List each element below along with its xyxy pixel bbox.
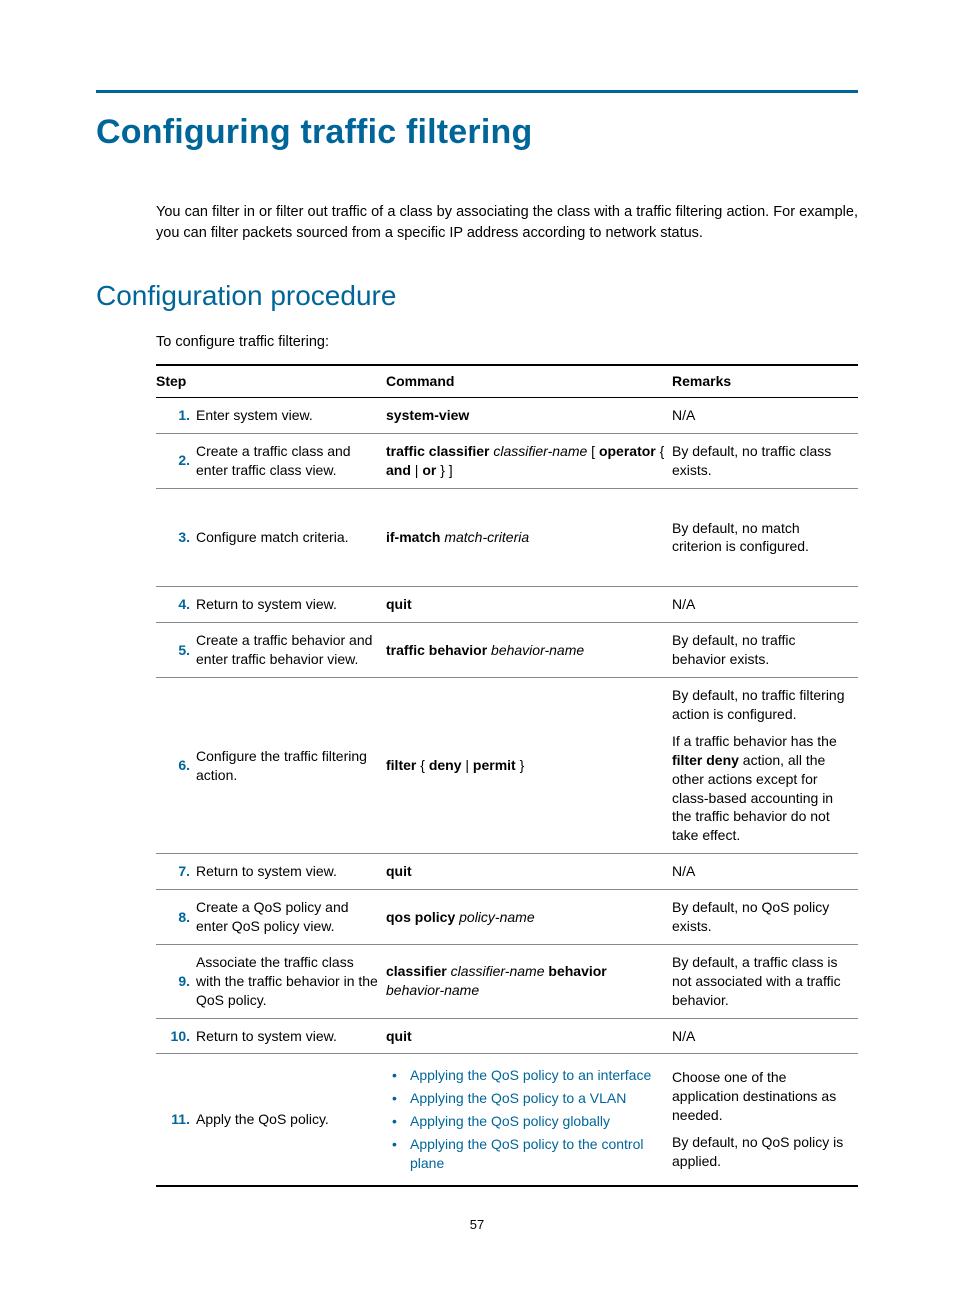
page-title: Configuring traffic filtering: [96, 113, 858, 152]
step-remarks: By default, a traffic class is not assoc…: [672, 944, 858, 1018]
apply-policy-link[interactable]: Applying the QoS policy to an interface: [406, 1066, 666, 1085]
table-row: 5.Create a traffic behavior and enter tr…: [156, 623, 858, 678]
step-remarks: N/A: [672, 397, 858, 433]
step-command: system-view: [386, 397, 672, 433]
step-command: Applying the QoS policy to an interface A…: [386, 1054, 672, 1186]
section-heading: Configuration procedure: [96, 280, 858, 312]
step-number: 9.: [156, 944, 196, 1018]
step-remarks: N/A: [672, 587, 858, 623]
table-row: 2.Create a traffic class and enter traff…: [156, 433, 858, 488]
table-row: 8.Create a QoS policy and enter QoS poli…: [156, 890, 858, 945]
step-description: Return to system view.: [196, 1018, 386, 1054]
table-row: 6.Configure the traffic filtering action…: [156, 678, 858, 854]
step-command: if-match match-criteria: [386, 488, 672, 587]
step-command: quit: [386, 587, 672, 623]
table-row: 10.Return to system view.quitN/A: [156, 1018, 858, 1054]
step-remarks: By default, no traffic filtering action …: [672, 678, 858, 854]
col-command: Command: [386, 365, 672, 397]
step-number: 5.: [156, 623, 196, 678]
step-remarks: N/A: [672, 1018, 858, 1054]
step-command: classifier classifier-name behavior beha…: [386, 944, 672, 1018]
table-row: 4.Return to system view.quitN/A: [156, 587, 858, 623]
step-number: 11.: [156, 1054, 196, 1186]
lead-paragraph: To configure traffic filtering:: [96, 334, 858, 350]
table-row: 3.Configure match criteria.if-match matc…: [156, 488, 858, 587]
step-description: Apply the QoS policy.: [196, 1054, 386, 1186]
step-description: Create a traffic behavior and enter traf…: [196, 623, 386, 678]
step-command: quit: [386, 1018, 672, 1054]
step-remarks: By default, no match criterion is config…: [672, 488, 858, 587]
table-row: 9.Associate the traffic class with the t…: [156, 944, 858, 1018]
step-description: Configure the traffic filtering action.: [196, 678, 386, 854]
step-number: 4.: [156, 587, 196, 623]
page-number: 57: [0, 1217, 954, 1232]
apply-policy-link[interactable]: Applying the QoS policy globally: [406, 1112, 666, 1131]
step-command: filter { deny | permit }: [386, 678, 672, 854]
step-description: Return to system view.: [196, 587, 386, 623]
procedure-table: Step Command Remarks 1.Enter system view…: [156, 364, 858, 1187]
step-description: Create a traffic class and enter traffic…: [196, 433, 386, 488]
table-row: 1.Enter system view.system-viewN/A: [156, 397, 858, 433]
step-remarks: N/A: [672, 854, 858, 890]
apply-policy-link[interactable]: Applying the QoS policy to a VLAN: [406, 1089, 666, 1108]
step-number: 1.: [156, 397, 196, 433]
step-description: Associate the traffic class with the tra…: [196, 944, 386, 1018]
step-number: 7.: [156, 854, 196, 890]
step-remarks: By default, no traffic behavior exists.: [672, 623, 858, 678]
step-description: Return to system view.: [196, 854, 386, 890]
step-remarks: By default, no traffic class exists.: [672, 433, 858, 488]
step-command: qos policy policy-name: [386, 890, 672, 945]
step-number: 2.: [156, 433, 196, 488]
col-remarks: Remarks: [672, 365, 858, 397]
step-number: 8.: [156, 890, 196, 945]
step-number: 3.: [156, 488, 196, 587]
step-remarks: Choose one of the application destinatio…: [672, 1054, 858, 1186]
step-remarks: By default, no QoS policy exists.: [672, 890, 858, 945]
step-command: traffic classifier classifier-name [ ope…: [386, 433, 672, 488]
step-description: Create a QoS policy and enter QoS policy…: [196, 890, 386, 945]
step-number: 10.: [156, 1018, 196, 1054]
top-rule: [96, 90, 858, 93]
step-description: Configure match criteria.: [196, 488, 386, 587]
step-number: 6.: [156, 678, 196, 854]
step-description: Enter system view.: [196, 397, 386, 433]
step-command: traffic behavior behavior-name: [386, 623, 672, 678]
table-row: 11.Apply the QoS policy.Applying the QoS…: [156, 1054, 858, 1186]
step-command: quit: [386, 854, 672, 890]
col-step: Step: [156, 365, 386, 397]
table-row: 7.Return to system view.quitN/A: [156, 854, 858, 890]
intro-paragraph: You can filter in or filter out traffic …: [96, 202, 858, 244]
apply-policy-link[interactable]: Applying the QoS policy to the control p…: [406, 1135, 666, 1173]
